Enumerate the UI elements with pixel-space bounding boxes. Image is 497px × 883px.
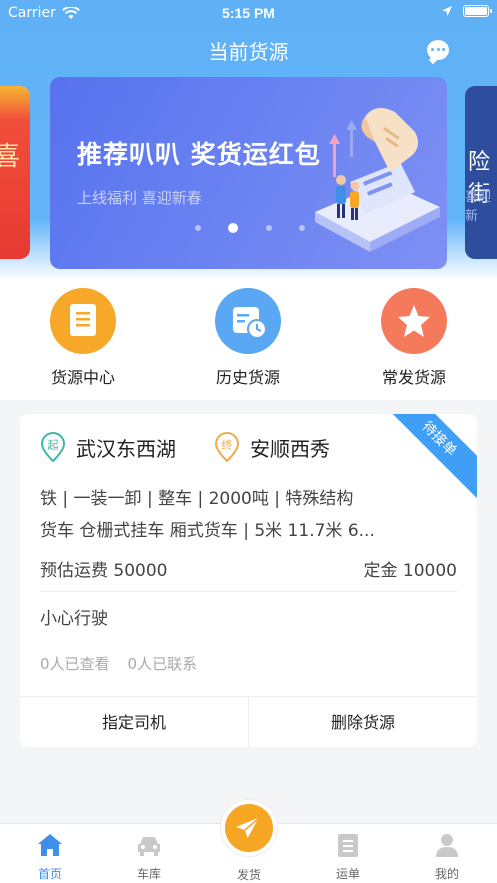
home-icon [38,834,62,856]
chat-bubble-icon[interactable] [427,40,449,60]
carousel-dot [195,225,201,231]
tab-home-label: 首页 [37,867,62,881]
tab-garage[interactable]: 车库 [109,832,189,882]
viewed-count: 0人已查看 [40,655,110,673]
cargo-card[interactable]: 待接单 起 武汉东西湖 终 安顺西秀 铁 | 一装一卸 | 整车 | 2000吨… [20,414,477,747]
svg-text:起: 起 [48,439,59,452]
banner-subtitle: 上线福利 喜迎新春 [77,189,202,207]
truck-requirements: 货车 仓栅式挂车 厢式货车 | 5米 11.7米 6... [40,521,375,541]
user-icon [436,834,458,857]
tab-send-label: 发货 [236,868,261,882]
assign-driver-button[interactable]: 指定司机 [20,697,248,747]
quick-item-cargo-center[interactable]: 货源中心 [28,288,138,388]
tab-garage-label: 车库 [136,867,161,881]
send-cargo-button[interactable] [221,800,277,856]
tab-orders-label: 运单 [335,867,360,881]
carousel-dot-active [228,223,239,233]
banner-illustration-icon [315,108,440,252]
page-title: 当前货源 [208,40,289,64]
destination-city: 安顺西秀 [250,436,330,461]
car-icon [138,837,160,856]
battery-icon [463,5,492,17]
tab-home[interactable]: 首页 [10,832,90,882]
document-icon [50,288,116,354]
quick-menu: 货源中心 历史货源 常发货源 [0,280,497,396]
delete-cargo-button[interactable]: 删除货源 [248,697,477,747]
quick-item-history[interactable]: 历史货源 [193,288,303,388]
promo-banner[interactable]: 推荐叭叭 奖货运红包 上线福利 喜迎新春 [50,77,447,269]
banner-peek-left-text: 喜 [0,142,21,172]
deposit: 定金 10000 [363,561,457,581]
cargo-spec: 铁 | 一装一卸 | 整车 | 2000吨 | 特殊结构 [40,489,354,509]
divider [40,591,457,592]
contacted-count: 0人已联系 [127,655,198,673]
origin-pin-icon: 起 [40,432,66,462]
star-icon [381,288,447,354]
location-arrow-icon [442,6,452,16]
banner-peek-right[interactable]: 险 街 喜迎新 [465,86,497,259]
tab-mine[interactable]: 我的 [407,832,487,882]
banner-peek-left[interactable]: 喜 [0,86,30,259]
quick-item-label: 历史货源 [215,368,280,387]
quick-item-label: 货源中心 [50,368,115,387]
status-time: 5:15 PM [222,5,275,21]
svg-text:终: 终 [222,438,233,452]
waybill-icon [338,834,358,857]
tab-orders[interactable]: 运单 [308,832,388,882]
estimated-fee: 预估运费 50000 [40,561,168,581]
paper-plane-icon [236,816,261,840]
quick-item-frequent[interactable]: 常发货源 [359,288,469,388]
route: 起 武汉东西湖 终 安顺西秀 [40,432,330,462]
origin-city: 武汉东西湖 [76,436,176,461]
cargo-stats: 0人已查看 0人已联系 [40,653,197,674]
status-badge: 待接单 [371,414,477,507]
history-calendar-icon [215,288,281,354]
quick-item-label: 常发货源 [381,368,446,387]
carousel-dot [265,225,272,231]
tab-mine-label: 我的 [434,867,459,881]
banner-peek-right-sub: 喜迎新 [465,190,492,224]
carousel-indicator [195,223,305,233]
destination-pin-icon: 终 [214,432,240,462]
status-bar: Carrier 5:15 PM [0,0,497,26]
cargo-note: 小心行驶 [40,609,108,629]
banner-title: 推荐叭叭 奖货运红包 [77,140,321,169]
card-actions: 指定司机 删除货源 [20,696,477,747]
